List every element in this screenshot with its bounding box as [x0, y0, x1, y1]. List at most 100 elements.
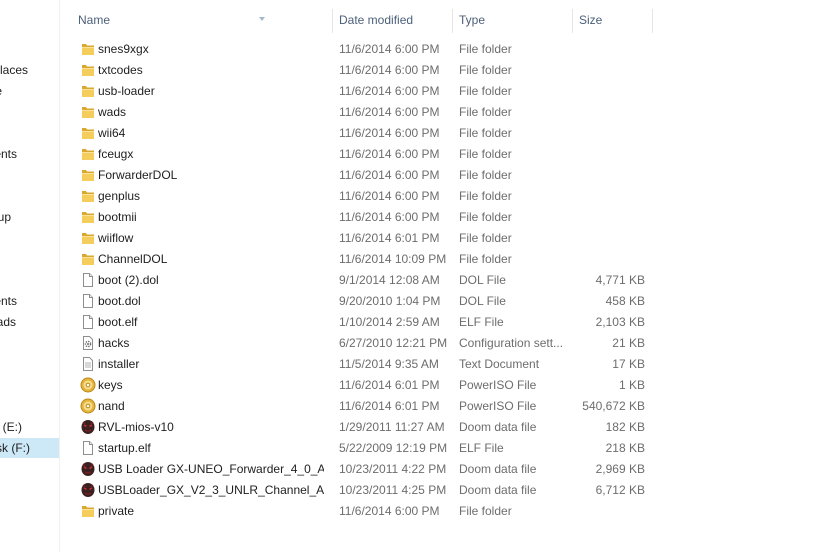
- file-row[interactable]: boot (2).dol 9/1/2014 12:08 AM DOL File 4,7…: [60, 270, 660, 291]
- file-type: File folder: [459, 210, 512, 224]
- file-name: hacks: [98, 336, 130, 350]
- doom-icon: [80, 461, 96, 477]
- folder-icon: [80, 104, 96, 120]
- folder-icon: [80, 503, 96, 519]
- file-type: PowerISO File: [459, 399, 537, 413]
- column-type-header[interactable]: Type: [453, 9, 573, 31]
- folder-icon: [80, 62, 96, 78]
- file-date-modified: 5/22/2009 12:19 PM: [339, 441, 448, 455]
- config-file-icon: [80, 335, 96, 351]
- file-icon: [80, 314, 96, 330]
- file-name: boot.dol: [98, 294, 141, 308]
- folder-icon: [80, 41, 96, 57]
- file-name: wiiflow: [98, 231, 134, 245]
- nav-item-drive-f[interactable]: sk (F:): [0, 440, 30, 456]
- file-name: genplus: [98, 189, 141, 203]
- file-size: [575, 60, 645, 81]
- file-size: [575, 186, 645, 207]
- file-size: 458 KB: [605, 294, 645, 308]
- file-type: Configuration sett...: [459, 336, 564, 350]
- file-row[interactable]: keys 11/6/2014 6:01 PM PowerISO File 1 KB: [60, 375, 660, 396]
- file-name: RVL-mios-v10: [98, 420, 174, 434]
- file-row[interactable]: ForwarderDOL 11/6/2014 6:00 PM File folder: [60, 165, 660, 186]
- column-separator[interactable]: [652, 9, 653, 33]
- file-size: 2,103 KB: [595, 315, 645, 329]
- column-header-row: Name Date modified Type Size: [60, 9, 660, 33]
- file-size: [575, 501, 645, 522]
- file-date-modified: 1/10/2014 2:59 AM: [339, 315, 440, 329]
- file-name: snes9xgx: [98, 42, 149, 56]
- nav-item-downloads[interactable]: ads: [0, 314, 16, 330]
- nav-item-drive-e[interactable]: e (E:): [0, 419, 22, 435]
- file-row[interactable]: installer 11/5/2014 9:35 AM Text Document 1…: [60, 354, 660, 375]
- nav-item-places[interactable]: laces: [0, 62, 28, 78]
- file-size: [575, 39, 645, 60]
- file-size: 4,771 KB: [595, 273, 645, 287]
- file-row[interactable]: bootmii 11/6/2014 6:00 PM File folder: [60, 207, 660, 228]
- column-size-header[interactable]: Size: [573, 9, 653, 31]
- file-explorer-window: laces e ents up ents ads e (E:) sk (F:) …: [0, 0, 829, 552]
- nav-item-recent-documents[interactable]: ents: [0, 146, 17, 162]
- file-row[interactable]: wii64 11/6/2014 6:00 PM File folder: [60, 123, 660, 144]
- file-row[interactable]: ChannelDOL 11/6/2014 10:09 PM File folder: [60, 249, 660, 270]
- text-file-icon: [80, 356, 96, 372]
- file-row[interactable]: usb-loader 11/6/2014 6:00 PM File folder: [60, 81, 660, 102]
- file-row[interactable]: wiiflow 11/6/2014 6:01 PM File folder: [60, 228, 660, 249]
- file-row[interactable]: private 11/6/2014 6:00 PM File folder: [60, 501, 660, 522]
- file-date-modified: 11/6/2014 10:09 PM: [339, 252, 447, 266]
- file-size: [575, 144, 645, 165]
- folder-icon: [80, 125, 96, 141]
- file-name: private: [98, 504, 135, 518]
- folder-icon: [80, 188, 96, 204]
- file-row[interactable]: USB Loader GX-UNEO_Forwarder_4_0_AH... 10…: [60, 459, 660, 480]
- folder-icon: [80, 209, 96, 225]
- file-type: DOL File: [459, 273, 506, 287]
- file-date-modified: 10/23/2011 4:22 PM: [339, 462, 447, 476]
- file-row[interactable]: wads 11/6/2014 6:00 PM File folder: [60, 102, 660, 123]
- file-type: PowerISO File: [459, 378, 537, 392]
- file-row[interactable]: startup.elf 5/22/2009 12:19 PM ELF File 218…: [60, 438, 660, 459]
- file-type: ELF File: [459, 315, 504, 329]
- file-row[interactable]: snes9xgx 11/6/2014 6:00 PM File folder: [60, 39, 660, 60]
- folder-icon: [80, 83, 96, 99]
- file-size: 6,712 KB: [595, 483, 645, 497]
- file-date-modified: 6/27/2010 12:21 PM: [339, 336, 448, 350]
- file-size: 540,672 KB: [582, 399, 645, 413]
- disc-icon: [80, 377, 96, 393]
- file-name: ChannelDOL: [98, 252, 168, 266]
- file-date-modified: 11/6/2014 6:00 PM: [339, 168, 440, 182]
- nav-item-partial[interactable]: e: [0, 83, 2, 99]
- file-row[interactable]: USBLoader_GX_V2_3_UNLR_Channel_AH... 10/2…: [60, 480, 660, 501]
- file-name: nand: [98, 399, 125, 413]
- file-type: File folder: [459, 126, 512, 140]
- file-date-modified: 9/20/2010 1:04 PM: [339, 294, 441, 308]
- nav-item-documents[interactable]: ents: [0, 293, 17, 309]
- file-type: Doom data file: [459, 483, 537, 497]
- file-row[interactable]: RVL-mios-v10 1/29/2011 11:27 AM Doom data …: [60, 417, 660, 438]
- column-name-header[interactable]: Name: [72, 9, 332, 31]
- file-type: File folder: [459, 231, 512, 245]
- file-date-modified: 11/6/2014 6:01 PM: [339, 399, 440, 413]
- file-name: wads: [98, 105, 127, 119]
- file-row[interactable]: nand 11/6/2014 6:01 PM PowerISO File 540,67…: [60, 396, 660, 417]
- file-date-modified: 11/6/2014 6:00 PM: [339, 189, 440, 203]
- file-date-modified: 11/6/2014 6:00 PM: [339, 105, 440, 119]
- navigation-pane: laces e ents up ents ads e (E:) sk (F:): [0, 0, 60, 552]
- file-row[interactable]: hacks 6/27/2010 12:21 PM Configuration set…: [60, 333, 660, 354]
- nav-item-desktop[interactable]: up: [0, 209, 11, 225]
- file-type: File folder: [459, 252, 512, 266]
- file-type: ELF File: [459, 441, 504, 455]
- file-date-modified: 11/6/2014 6:01 PM: [339, 378, 440, 392]
- file-row[interactable]: txtcodes 11/6/2014 6:00 PM File folder: [60, 60, 660, 81]
- file-size: [575, 207, 645, 228]
- file-name: keys: [98, 378, 123, 392]
- file-size: 218 KB: [605, 441, 645, 455]
- file-size: [575, 123, 645, 144]
- doom-icon: [80, 482, 96, 498]
- file-row[interactable]: fceugx 11/6/2014 6:00 PM File folder: [60, 144, 660, 165]
- file-row[interactable]: boot.elf 1/10/2014 2:59 AM ELF File 2,103 K…: [60, 312, 660, 333]
- file-row[interactable]: boot.dol 9/20/2010 1:04 PM DOL File 458 KB: [60, 291, 660, 312]
- column-date-header[interactable]: Date modified: [333, 9, 453, 31]
- file-row[interactable]: genplus 11/6/2014 6:00 PM File folder: [60, 186, 660, 207]
- file-size: [575, 228, 645, 249]
